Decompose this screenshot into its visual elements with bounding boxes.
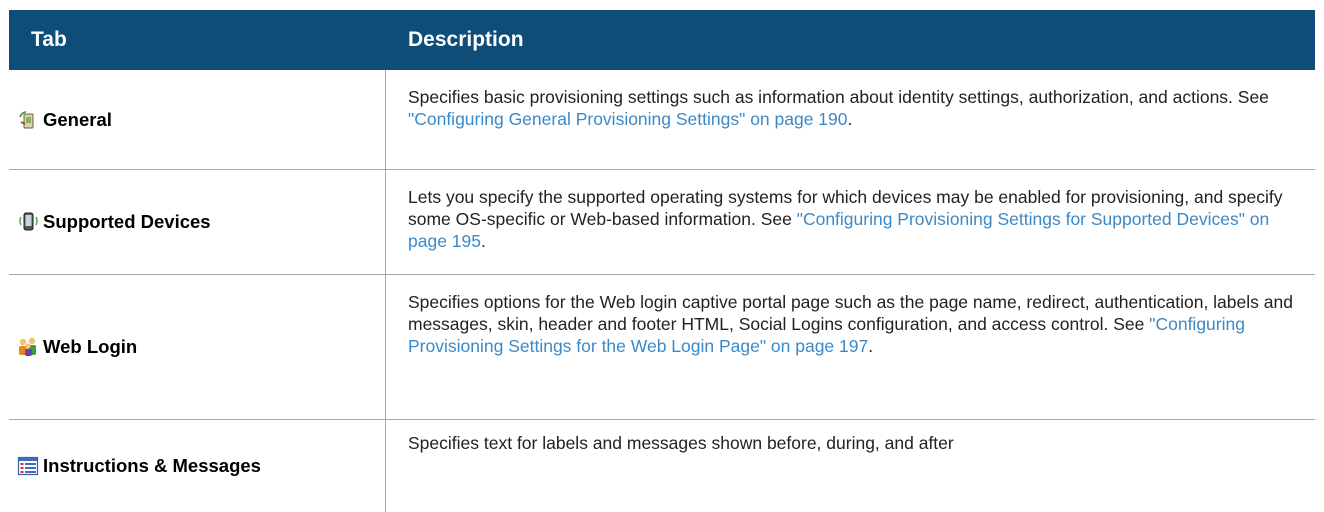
tab-label: Supported Devices [43,211,211,232]
tab-cell: General [9,70,386,169]
tab-label: Web Login [43,336,138,357]
cross-reference-link[interactable]: "Configuring General Provisioning Settin… [408,109,848,129]
mobile-device-icon [17,211,39,233]
table-row: Web Login Specifies options for the Web … [9,275,1315,420]
tab-cell: Web Login [9,275,386,419]
description-cell: Specifies options for the Web login capt… [386,275,1315,419]
description-cell: Specifies basic provisioning settings su… [386,70,1315,169]
general-tab-icon [17,109,39,131]
list-icon [17,455,39,477]
users-group-icon [17,336,39,358]
description-cell: Specifies text for labels and messages s… [386,420,1315,512]
tab-cell: Supported Devices [9,170,386,274]
header-description: Description [408,28,524,51]
header-tab: Tab [31,28,67,51]
description-end: . [868,336,874,356]
description-end: . [847,109,853,129]
provisioning-tabs-table: Tab Description General Specifies basic … [9,10,1315,512]
tab-label: Instructions & Messages [43,455,261,476]
description-cell: Lets you specify the supported operating… [386,170,1315,274]
table-row: Supported Devices Lets you specify the s… [9,170,1315,275]
description-text: Specifies basic provisioning settings su… [408,87,1269,107]
table-header: Tab Description [9,10,1315,70]
tab-cell: Instructions & Messages [9,420,386,512]
table-row: Instructions & Messages Specifies text f… [9,420,1315,512]
tab-label: General [43,108,112,130]
table-row: General Specifies basic provisioning set… [9,70,1315,170]
description-end: . [481,231,486,251]
description-text: Specifies text for labels and messages s… [408,433,954,453]
